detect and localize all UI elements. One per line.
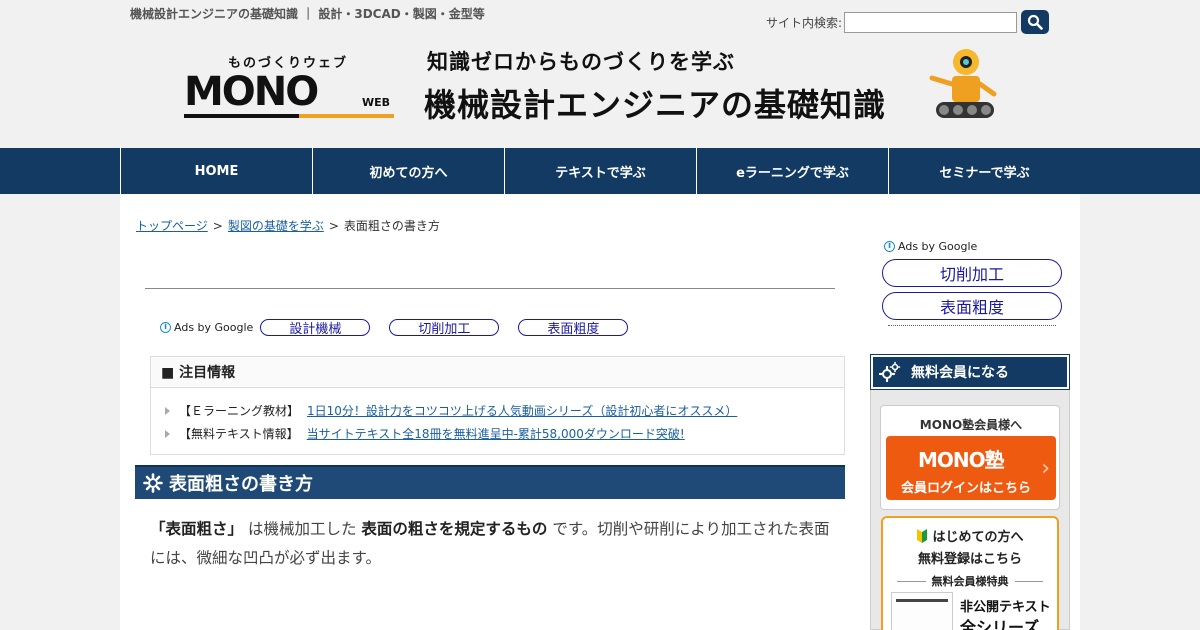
search-icon: [1027, 14, 1043, 30]
member-heading: 無料会員になる: [911, 365, 1009, 381]
free-card-heading: はじめての方へ: [883, 526, 1057, 545]
notice-category: 【無料テキスト情報】: [179, 427, 299, 441]
nav-item-elearning[interactable]: eラーニングで学ぶ: [696, 148, 888, 194]
body-emphasis: 表面の粗さを規定するもの: [361, 520, 548, 538]
member-login-card: MONO塾会員様へ MONO塾 会員ログインはこちら ›: [880, 405, 1060, 510]
member-login-label: 会員ログインはこちら: [900, 481, 1031, 496]
sidebar-ads-label-text: Ads by Google: [898, 240, 978, 253]
bullet-icon: [165, 406, 170, 415]
breadcrumb-current: 表面粗さの書き方: [343, 219, 440, 233]
login-card-title: MONO塾会員様へ: [919, 418, 1023, 432]
site-search: サイト内検索:: [766, 10, 1050, 34]
free-registration-card[interactable]: はじめての方へ 無料登録はこちら 無料会員様特典 非公開テキスト 全シリーズ: [881, 516, 1059, 630]
beginner-mark-icon: [917, 528, 928, 543]
gears-icon: [879, 361, 901, 383]
nav-item-seminar[interactable]: セミナーで学ぶ: [888, 148, 1080, 194]
free-registration-label: 無料登録はこちら: [917, 552, 1022, 567]
notice-row: 【Ｅラーニング教材】 1日10分！設計力をコツコツ上げる人気動画シリーズ（設計初…: [165, 402, 737, 419]
search-button[interactable]: [1021, 10, 1050, 34]
breadcrumb-top[interactable]: トップページ: [136, 219, 208, 233]
site-tagline: 機械設計エンジニアの基礎知識 ｜ 設計・3DCAD・製図・金型等: [130, 7, 485, 21]
nav-item-beginners[interactable]: 初めての方へ: [312, 148, 504, 194]
body-text: は機械加工した: [247, 520, 357, 538]
notice-row: 【無料テキスト情報】 当サイトテキスト全18冊を無料進呈中-累計58,000ダウ…: [165, 425, 685, 442]
banner-subtitle: 知識ゼロからものづくりを学ぶ: [427, 50, 735, 74]
breadcrumb-drafting[interactable]: 製図の基礎を学ぶ: [228, 219, 324, 233]
gear-icon: [143, 473, 163, 493]
article-body: 「表面粗さ」 は機械加工した 表面の粗さを規定するもの です。切削や研削により加…: [150, 515, 830, 573]
notice-category: 【Ｅラーニング教材】: [179, 404, 300, 418]
sidebar-ad-link-roughness[interactable]: 表面粗度: [882, 292, 1062, 320]
breadcrumb: トップページ > 製図の基礎を学ぶ > 表面粗さの書き方: [136, 217, 440, 234]
site-logo[interactable]: ものづくりウェブ MONO WEB: [184, 52, 394, 122]
notice-box: ■ 注目情報 【Ｅラーニング教材】 1日10分！設計力をコツコツ上げる人気動画シ…: [150, 356, 845, 455]
breadcrumb-separator: >: [328, 219, 339, 233]
nav-item-text[interactable]: テキストで学ぶ: [504, 148, 696, 194]
member-heading-bar: 無料会員になる: [870, 354, 1070, 390]
free-benefit-series: 全シリーズ: [960, 618, 1040, 630]
robot-illustration: [929, 49, 997, 118]
info-icon[interactable]: i: [884, 241, 895, 252]
ads-label: i Ads by Google: [160, 321, 253, 334]
ads-label-text: Ads by Google: [174, 321, 254, 334]
term-surface-roughness: 「表面粗さ」: [150, 520, 244, 538]
ad-link-roughness[interactable]: 表面粗度: [518, 319, 629, 337]
breadcrumb-separator: >: [212, 219, 223, 233]
sidebar-ad-link-cutting[interactable]: 切削加工: [882, 259, 1062, 287]
info-icon[interactable]: i: [160, 322, 171, 333]
bullet-icon: [165, 429, 170, 438]
free-benefit-text: 非公開テキスト: [960, 600, 1051, 615]
article-title-bar: 表面粗さの書き方: [135, 465, 845, 499]
banner-title: 機械設計エンジニアの基礎知識: [424, 86, 887, 124]
chevron-right-icon: ›: [1041, 456, 1050, 481]
free-card-heading-text: はじめての方へ: [932, 530, 1024, 545]
article-title: 表面粗さの書き方: [169, 474, 313, 495]
ad-link-design[interactable]: 設計機械: [260, 319, 371, 337]
notice-link-free-text[interactable]: 当サイトテキスト全18冊を無料進呈中-累計58,000ダウンロード突破!: [307, 425, 685, 442]
notice-link-elearning[interactable]: 1日10分！設計力をコツコツ上げる人気動画シリーズ（設計初心者にオススメ）: [307, 402, 737, 419]
member-login-button[interactable]: MONO塾 会員ログインはこちら ›: [886, 436, 1056, 500]
main-nav: HOME 初めての方へ テキストで学ぶ eラーニングで学ぶ セミナーで学ぶ: [0, 148, 1200, 194]
search-input[interactable]: [844, 11, 1018, 33]
free-benefits-label: 無料会員様特典: [891, 573, 1049, 589]
logo-underline: [184, 114, 394, 118]
ad-link-row: i Ads by Google 設計機械 切削加工 表面粗度: [160, 319, 647, 337]
nav-item-home[interactable]: HOME: [120, 148, 312, 194]
logo-wordmark: MONO: [184, 69, 319, 115]
logo-web: WEB: [362, 96, 391, 109]
text-book-thumbnail: [891, 592, 953, 630]
search-label: サイト内検索:: [766, 15, 843, 30]
sidebar-divider: [888, 325, 1056, 326]
ad-link-cutting[interactable]: 切削加工: [389, 319, 500, 337]
free-benefits-text: 無料会員様特典: [931, 575, 1009, 588]
mono-juku-logo: MONO塾: [918, 448, 1005, 472]
notice-heading: ■ 注目情報: [151, 357, 844, 388]
sidebar-ads-label: i Ads by Google: [884, 240, 977, 253]
divider: [145, 288, 835, 289]
